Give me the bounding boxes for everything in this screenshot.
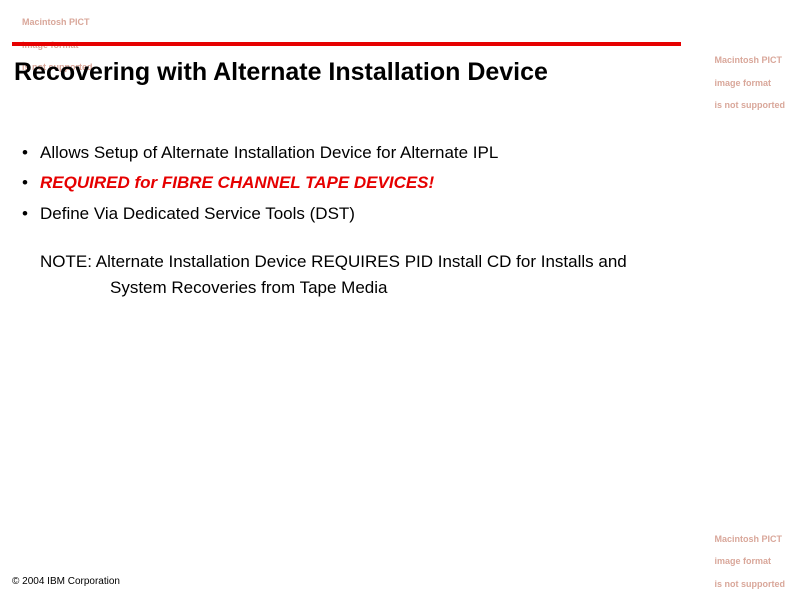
bullet-text-required: REQUIRED for FIBRE CHANNEL TAPE DEVICES! <box>40 170 761 196</box>
pict-error-bottom-right: Macintosh PICT image format is not suppo… <box>704 522 785 601</box>
pict-line: Macintosh PICT <box>715 534 783 544</box>
divider-top-red <box>12 42 681 46</box>
footer-copyright: © 2004 IBM Corporation <box>12 576 120 587</box>
bullet-item: • Allows Setup of Alternate Installation… <box>22 140 761 166</box>
pict-line: Macintosh PICT <box>22 17 90 27</box>
pict-line: is not supported <box>715 100 786 110</box>
pict-line: image format <box>715 78 772 88</box>
pict-line: is not supported <box>715 579 786 589</box>
slide: Macintosh PICT image format is not suppo… <box>0 0 791 609</box>
bullet-dot-icon: • <box>22 170 40 196</box>
bullet-dot-icon: • <box>22 201 40 227</box>
note-line-1: NOTE: Alternate Installation Device REQU… <box>40 249 761 275</box>
slide-body: • Allows Setup of Alternate Installation… <box>22 140 761 302</box>
slide-title: Recovering with Alternate Installation D… <box>14 58 548 87</box>
pict-line: image format <box>715 556 772 566</box>
pict-error-top-right: Macintosh PICT image format is not suppo… <box>704 44 785 123</box>
bullet-item: • REQUIRED for FIBRE CHANNEL TAPE DEVICE… <box>22 170 761 196</box>
bullet-item: • Define Via Dedicated Service Tools (DS… <box>22 201 761 227</box>
note-line-2: System Recoveries from Tape Media <box>40 275 761 301</box>
bullet-text: Define Via Dedicated Service Tools (DST) <box>40 201 761 227</box>
bullet-text: Allows Setup of Alternate Installation D… <box>40 140 761 166</box>
bullet-dot-icon: • <box>22 140 40 166</box>
bullet-list: • Allows Setup of Alternate Installation… <box>22 140 761 227</box>
note-block: NOTE: Alternate Installation Device REQU… <box>22 249 761 302</box>
pict-line: Macintosh PICT <box>715 55 783 65</box>
